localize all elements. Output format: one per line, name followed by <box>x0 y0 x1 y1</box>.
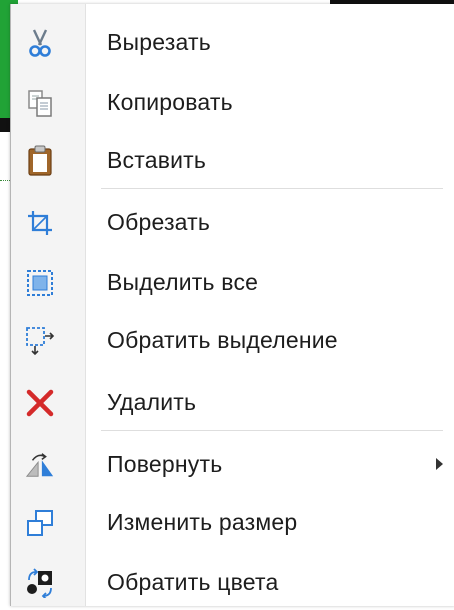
menu-item-select-all[interactable]: Выделить все <box>11 254 454 310</box>
menu-item-invert-colors[interactable]: Обратить цвета <box>11 554 454 610</box>
menu-item-label: Вставить <box>107 147 207 173</box>
menu-item-label: Изменить размер <box>107 509 298 535</box>
select-all-icon <box>25 268 55 298</box>
submenu-arrow-icon <box>436 458 443 470</box>
menu-item-delete[interactable]: Удалить <box>11 374 454 430</box>
menu-item-resize[interactable]: Изменить размер <box>11 494 454 550</box>
menu-item-rotate[interactable]: Повернуть <box>11 436 454 492</box>
clipboard-icon <box>25 145 55 176</box>
menu-item-label: Повернуть <box>107 451 223 477</box>
menu-item-label: Выделить все <box>107 269 259 295</box>
background-window-green-edge <box>0 0 10 118</box>
menu-item-label: Обратить выделение <box>107 327 338 353</box>
menu-separator <box>101 188 443 189</box>
menu-item-invert-selection[interactable]: Обратить выделение <box>11 312 454 368</box>
menu-item-label: Копировать <box>107 89 233 115</box>
menu-separator <box>101 430 443 431</box>
invert-selection-icon <box>25 326 55 356</box>
invert-colors-icon <box>25 568 55 598</box>
menu-item-cut[interactable]: Вырезать <box>11 14 454 70</box>
context-menu: Вырезать Копировать Вставить Обрезать Вы… <box>10 4 454 606</box>
menu-item-label: Удалить <box>107 389 197 415</box>
menu-item-label: Обратить цвета <box>107 569 279 595</box>
crop-icon <box>25 208 55 238</box>
menu-item-copy[interactable]: Копировать <box>11 74 454 130</box>
delete-icon <box>25 388 55 418</box>
scissors-icon <box>25 28 55 58</box>
menu-item-label: Обрезать <box>107 209 211 235</box>
copy-icon <box>25 88 55 118</box>
menu-item-paste[interactable]: Вставить <box>11 132 454 188</box>
resize-icon <box>25 508 55 538</box>
menu-item-label: Вырезать <box>107 29 211 55</box>
menu-item-crop[interactable]: Обрезать <box>11 194 454 250</box>
rotate-icon <box>25 450 55 480</box>
